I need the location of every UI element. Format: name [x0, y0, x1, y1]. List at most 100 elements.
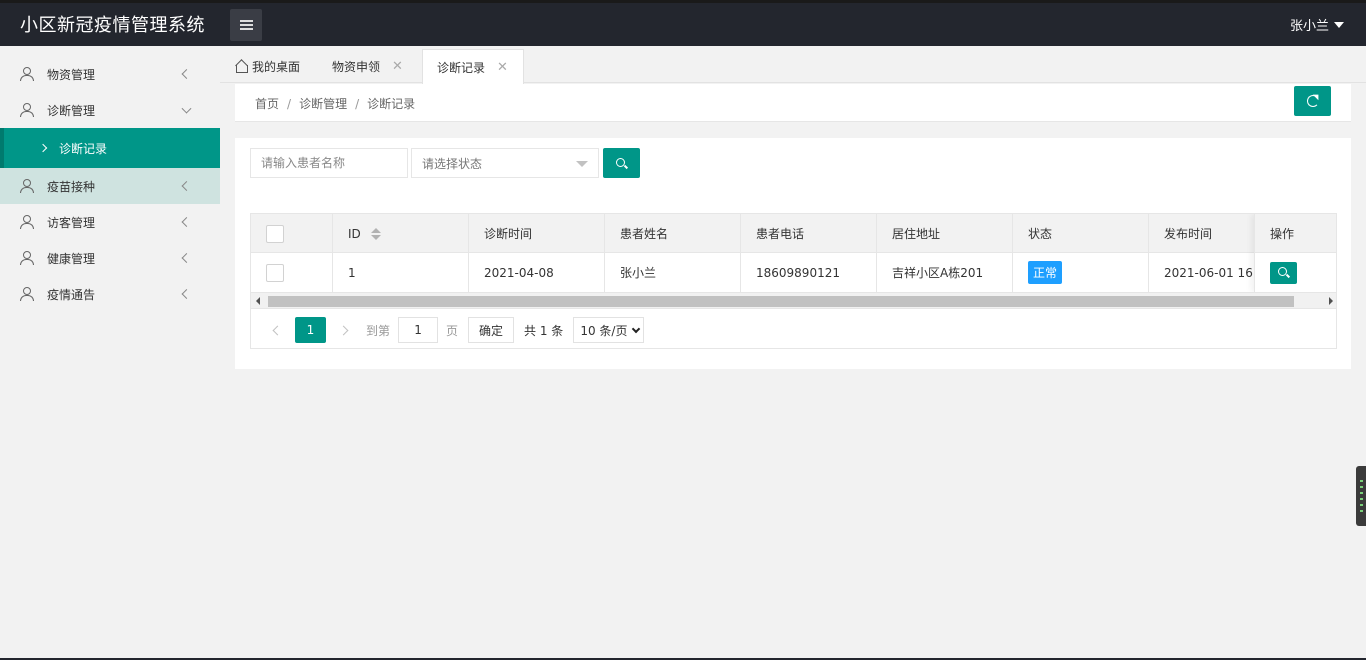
- search-icon: [1278, 267, 1289, 278]
- close-icon[interactable]: ✕: [392, 59, 403, 74]
- floating-side-widget[interactable]: [1356, 466, 1366, 526]
- breadcrumb-current: 诊断记录: [367, 97, 416, 111]
- user-icon: [20, 179, 34, 193]
- refresh-icon: [1306, 95, 1319, 107]
- table-row: 1 2021-04-08 张小兰 18609890121 吉祥小区A栋201 正…: [251, 253, 1336, 292]
- chevron-left-icon: [181, 69, 192, 79]
- header-label: 诊断时间: [484, 227, 533, 241]
- sidebar-item-label: 诊断记录: [59, 141, 108, 156]
- row-checkbox[interactable]: [266, 263, 284, 282]
- pagination: 1 到第 页 确定 共 1 条 10 条/页: [251, 310, 1336, 348]
- header-operation: 操作: [1255, 214, 1336, 253]
- breadcrumb-home[interactable]: 首页: [255, 97, 279, 111]
- user-icon: [20, 215, 34, 229]
- cell-patient-phone: 18609890121: [741, 253, 877, 292]
- sidebar-item-health[interactable]: 健康管理: [0, 240, 220, 276]
- chevron-left-icon: [272, 325, 283, 335]
- goto-label: 到第: [366, 323, 391, 338]
- tab-label: 诊断记录: [437, 60, 486, 75]
- sidebar-item-diagnosis[interactable]: 诊断管理: [0, 92, 220, 128]
- goto-confirm-button[interactable]: 确定: [468, 317, 515, 343]
- status-select[interactable]: 请选择状态: [411, 148, 599, 178]
- search-button[interactable]: [603, 148, 640, 178]
- header-label: 居住地址: [892, 227, 941, 241]
- breadcrumb-separator: /: [287, 97, 292, 111]
- table-header: ID 诊断时间 患者姓名 患者电话 居住地址 状态 发布时间: [251, 214, 1336, 253]
- next-page-button[interactable]: [332, 317, 358, 343]
- cell-address: 吉祥小区A栋201: [877, 253, 1013, 292]
- sidebar-item-label: 物资管理: [47, 67, 96, 82]
- tab-label: 我的桌面: [252, 59, 301, 74]
- scroll-left-icon[interactable]: [256, 297, 260, 305]
- header-checkbox-cell: [251, 214, 333, 253]
- horizontal-scrollbar[interactable]: [251, 292, 1336, 309]
- user-icon: [20, 67, 34, 81]
- sidebar-item-label: 疫苗接种: [47, 179, 96, 194]
- goto-page-input[interactable]: [398, 317, 439, 343]
- tab-bar: 我的桌面 物资申领 ✕ 诊断记录 ✕: [220, 46, 1366, 84]
- search-icon: [616, 157, 627, 169]
- refresh-button[interactable]: [1294, 86, 1331, 116]
- sidebar-item-supplies[interactable]: 物资管理: [0, 56, 220, 92]
- header-label: ID: [348, 226, 361, 241]
- row-checkbox-cell: [251, 253, 333, 292]
- tab-label: 物资申领: [332, 59, 381, 74]
- page-unit-label: 页: [446, 323, 459, 338]
- header-patient-phone: 患者电话: [741, 214, 877, 253]
- breadcrumb: 首页 / 诊断管理 / 诊断记录: [255, 95, 415, 112]
- sidebar-item-notices[interactable]: 疫情通告: [0, 276, 220, 312]
- select-all-checkbox[interactable]: [266, 224, 284, 243]
- sidebar-item-label: 疫情通告: [47, 287, 96, 302]
- menu-toggle-button[interactable]: [230, 9, 262, 41]
- sort-icon[interactable]: [370, 227, 381, 240]
- cell-id: 1: [333, 253, 469, 292]
- home-icon: [235, 60, 248, 73]
- header-status: 状态: [1013, 214, 1149, 253]
- view-button[interactable]: [1270, 261, 1297, 284]
- tab-supplies-request[interactable]: 物资申领 ✕: [332, 49, 403, 83]
- sidebar: 物资管理 诊断管理 诊断记录 疫苗接种 访客管理 健康管理 疫情通告: [0, 46, 220, 660]
- chevron-right-icon: [338, 325, 349, 335]
- user-menu[interactable]: 张小兰: [1290, 15, 1344, 34]
- cell-diagnosis-time: 2021-04-08: [469, 253, 605, 292]
- header-label: 状态: [1028, 227, 1053, 241]
- tab-desktop[interactable]: 我的桌面: [235, 49, 300, 83]
- sidebar-item-vaccination[interactable]: 疫苗接种: [0, 168, 220, 204]
- cell-patient-name: 张小兰: [605, 253, 741, 292]
- scroll-right-icon[interactable]: [1329, 297, 1333, 305]
- header-label: 发布时间: [1164, 227, 1213, 241]
- status-badge: 正常: [1028, 261, 1063, 284]
- current-page[interactable]: 1: [295, 317, 326, 343]
- hamburger-icon: [239, 20, 253, 30]
- total-count: 共 1 条: [524, 323, 564, 338]
- cell-status: 正常: [1013, 253, 1149, 292]
- cell-operation: [1255, 253, 1336, 292]
- patient-name-input[interactable]: [250, 148, 408, 178]
- app-title: 小区新冠疫情管理系统: [20, 15, 205, 36]
- page-size-value: 10 条/页: [580, 323, 628, 338]
- sidebar-subitem-diagnosis-records[interactable]: 诊断记录: [0, 128, 220, 168]
- prev-page-button[interactable]: [263, 317, 289, 343]
- close-icon[interactable]: ✕: [497, 60, 508, 75]
- breadcrumb-diagnosis[interactable]: 诊断管理: [299, 97, 347, 111]
- chevron-left-icon: [181, 217, 192, 227]
- page-size-select[interactable]: 10 条/页: [573, 317, 645, 343]
- status-select-placeholder: 请选择状态: [422, 156, 483, 171]
- header-diagnosis-time: 诊断时间: [469, 214, 605, 253]
- data-table: ID 诊断时间 患者姓名 患者电话 居住地址 状态 发布时间 1 2021-04…: [250, 213, 1337, 349]
- scrollbar-thumb[interactable]: [268, 296, 1294, 307]
- breadcrumb-bar: 首页 / 诊断管理 / 诊断记录: [235, 84, 1351, 122]
- sidebar-item-label: 健康管理: [47, 251, 96, 266]
- operation-column: 操作: [1254, 214, 1336, 292]
- sidebar-item-label: 诊断管理: [47, 103, 96, 118]
- tab-diagnosis-records[interactable]: 诊断记录 ✕: [422, 49, 524, 84]
- header-id[interactable]: ID: [333, 214, 469, 253]
- header-label: 患者姓名: [620, 227, 669, 241]
- user-icon: [20, 103, 34, 117]
- breadcrumb-separator: /: [355, 97, 360, 111]
- chevron-down-icon: [632, 324, 641, 333]
- user-icon: [20, 251, 34, 265]
- chevron-left-icon: [181, 289, 192, 299]
- sidebar-item-visitors[interactable]: 访客管理: [0, 204, 220, 240]
- header-address: 居住地址: [877, 214, 1013, 253]
